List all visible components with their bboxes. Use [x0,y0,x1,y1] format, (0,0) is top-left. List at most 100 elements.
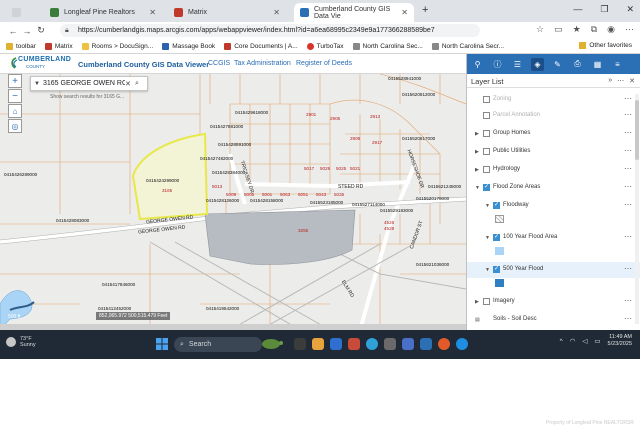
clock[interactable]: 11:49 AM 5/23/2025 [608,334,632,348]
collections-icon[interactable]: ⧉ [591,24,597,35]
other-favorites[interactable]: Other favorites [579,42,632,49]
query-icon[interactable]: ⚲ [471,58,484,71]
search-icon[interactable]: ⌕ [135,80,147,88]
link-register-of-deeds[interactable]: Register of Deeds [296,60,352,67]
link-ccgis[interactable]: CCGIS [208,60,230,67]
wifi-icon[interactable]: ◠ [570,337,576,345]
taskbar-search[interactable]: ⌕ Search [174,337,262,352]
zoom-in-button[interactable]: + [8,74,22,88]
forward-icon[interactable]: → [20,26,34,36]
layer-row[interactable]: ▼ Flood Zone Areas ⋯ [467,180,640,196]
windows-start-icon[interactable] [156,338,168,350]
bookmark-turbotax[interactable]: TurboTax [306,42,344,50]
more-icon[interactable]: ⋯ [624,94,632,103]
locate-icon[interactable]: ◎ [8,119,22,133]
layer-row[interactable]: Parcel Annotation ⋯ [467,108,640,124]
home-icon[interactable]: ⌂ [8,104,22,118]
collapse-icon[interactable]: » [608,77,612,85]
more-icon[interactable]: ⋯ [624,164,632,173]
favorite-star-icon[interactable]: ☆ [536,24,544,35]
speaker-icon[interactable]: ◁ [582,337,587,345]
map-view[interactable]: 0415429618000 0415427881000 041542859100… [0,74,466,330]
back-icon[interactable]: ← [6,26,20,36]
layer-row[interactable]: ▼ Floodway ⋯ [467,198,640,214]
profile-avatar-icon[interactable]: ◉ [607,24,615,35]
url-field[interactable]: 🔒︎ https://cumberlandgis.maps.arcgis.com… [60,24,480,37]
layer-checkbox[interactable] [483,148,490,155]
chevron-down-icon[interactable]: ▼ [485,203,490,209]
close-icon[interactable]: ✕ [273,8,280,17]
tab-gis-viewer[interactable]: Cumberland County GIS Data Vie ✕ [294,3,414,22]
layer-checkbox[interactable] [483,298,490,305]
more-icon[interactable]: ⋯ [624,128,632,137]
store-icon[interactable] [384,338,396,350]
layer-checkbox[interactable] [483,112,490,119]
bookmark-nc-sec[interactable]: North Carolina Sec... [352,42,423,50]
close-window-icon[interactable]: ✕ [626,4,634,15]
maximize-icon[interactable]: ❐ [600,4,608,15]
layer-row[interactable]: ▼ 100 Year Flood Area ⋯ [467,230,640,246]
app-icon[interactable] [348,338,360,350]
layers-icon[interactable]: ◈ [531,57,544,71]
layer-row[interactable]: ▤ Soils - Soil Desc ⋯ [467,312,640,328]
edit-icon[interactable]: ✎ [551,58,564,71]
link-tax-administration[interactable]: Tax Administration [234,60,291,67]
bookmark-docusign[interactable]: Rooms > DocuSign... [81,42,153,50]
more-icon[interactable]: ⋯ [624,264,632,273]
edge-icon[interactable] [366,338,378,350]
info-icon[interactable]: ⓘ [491,58,504,71]
list-icon[interactable]: ☰ [511,58,524,71]
refresh-icon[interactable]: ↻ [34,25,48,36]
split-screen-icon[interactable]: ▭ [554,24,563,35]
layer-checkbox[interactable] [483,130,490,137]
chevron-right-icon[interactable]: ▶ [475,131,479,137]
search-input[interactable]: 3165 GEORGE OWEN RO [43,80,125,87]
more-menu-icon[interactable]: ⋯ [625,24,634,35]
chevron-right-icon[interactable]: ▶ [475,149,479,155]
bookmark-matrix[interactable]: Matrix [44,42,73,50]
panel-scrollbar[interactable] [635,94,639,324]
layer-checkbox[interactable] [483,166,490,173]
weather-widget[interactable]: 73°F Sunny [6,336,36,348]
print-icon[interactable]: ⎙ [571,58,584,71]
scrollbar-thumb[interactable] [635,100,639,160]
layer-row[interactable]: ▶ Imagery ⋯ [467,294,640,310]
more-icon[interactable]: ≡ [611,58,624,71]
search-suggestion[interactable]: Show search results for 3165 G... [50,94,124,100]
layer-checkbox[interactable] [493,233,500,241]
chevron-right-icon[interactable]: ▶ [475,167,479,173]
chevron-up-icon[interactable]: ^ [560,338,563,345]
tab-matrix[interactable]: Matrix ✕ [168,3,286,22]
more-icon[interactable]: ⋯ [624,200,632,209]
chevron-down-icon[interactable]: ▼ [485,267,490,273]
minimize-icon[interactable]: — [573,4,582,15]
firefox-icon[interactable] [438,338,450,350]
layer-row[interactable]: ▶ Group Homes ⋯ [467,126,640,142]
table-icon[interactable]: ▤ [475,317,480,323]
layer-row[interactable]: ▶ Hydrology ⋯ [467,162,640,178]
layer-checkbox[interactable] [493,265,500,273]
bookmark-massage[interactable]: Massage Book [162,42,215,50]
more-icon[interactable]: ⋯ [617,77,624,85]
outlook-icon[interactable] [330,338,342,350]
close-icon[interactable]: ✕ [401,8,408,17]
basemap-icon[interactable]: ▦ [591,58,604,71]
browser-icon[interactable] [456,338,468,350]
chevron-down-icon[interactable]: ▼ [31,81,43,87]
bookmark-toolbar[interactable]: toolbar [6,42,36,50]
more-icon[interactable]: ⋯ [624,182,632,191]
task-view-icon[interactable] [294,338,306,350]
layer-row[interactable]: ▶ Public Utilities ⋯ [467,144,640,160]
layer-checkbox[interactable] [483,96,490,103]
address-search-box[interactable]: ▼ 3165 GEORGE OWEN RO ✕ ⌕ [30,76,148,91]
chevron-down-icon[interactable]: ▼ [485,235,490,241]
app-icon[interactable] [402,338,414,350]
more-icon[interactable]: ⋯ [624,146,632,155]
layer-checkbox[interactable] [493,201,500,209]
chevron-right-icon[interactable]: ▶ [475,299,479,305]
more-icon[interactable]: ⋯ [624,110,632,119]
close-icon[interactable]: ✕ [629,77,635,85]
app-icon[interactable] [420,338,432,350]
more-icon[interactable]: ⋯ [624,232,632,241]
favorites-icon[interactable]: ★ [573,24,581,35]
